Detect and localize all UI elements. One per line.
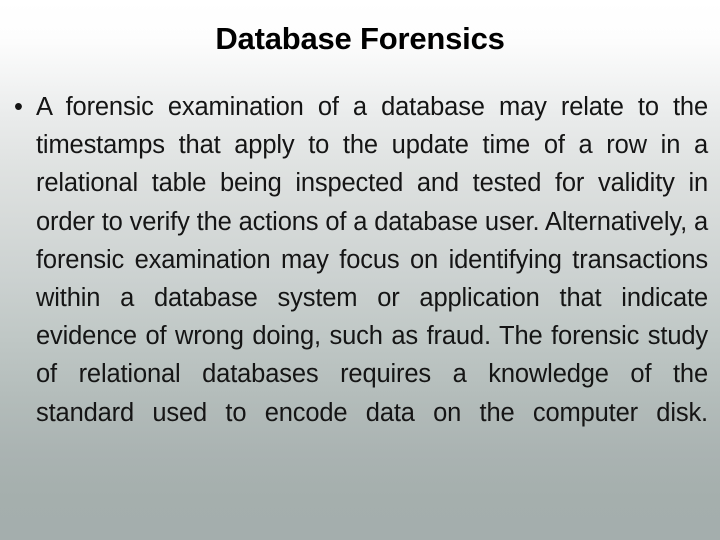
slide-body: • A forensic examination of a database m… (0, 88, 720, 528)
bullet-point-icon: • (14, 93, 23, 121)
bullet-item-text: A forensic examination of a database may… (36, 93, 708, 427)
slide-canvas: Database Forensics • A forensic examinat… (0, 0, 720, 540)
list-item: • A forensic examination of a database m… (0, 88, 720, 470)
page-title: Database Forensics (215, 21, 505, 56)
bullet-list: • A forensic examination of a database m… (0, 88, 720, 470)
